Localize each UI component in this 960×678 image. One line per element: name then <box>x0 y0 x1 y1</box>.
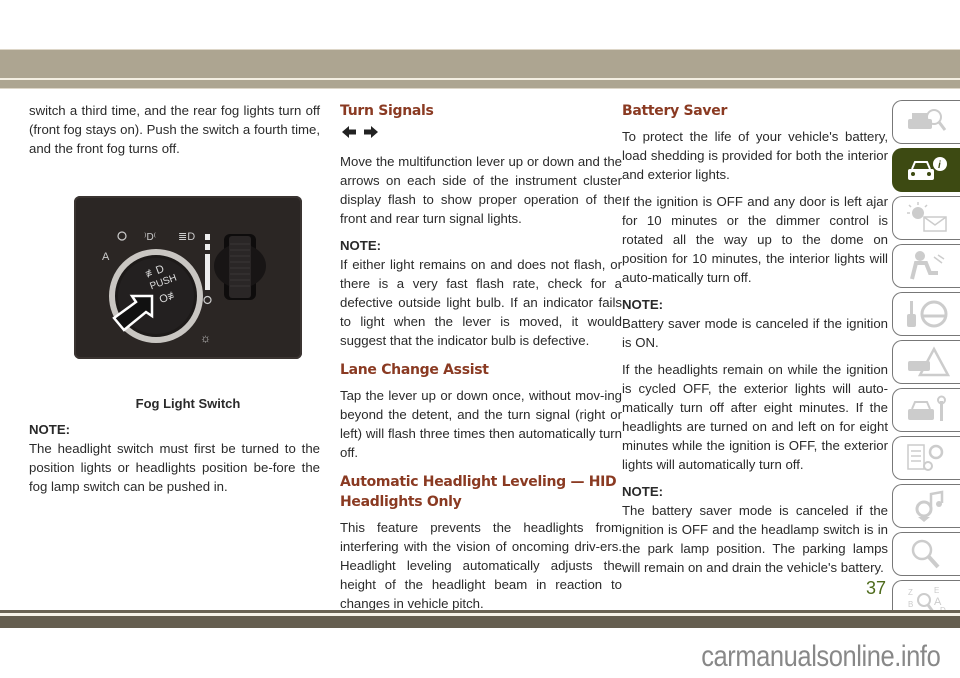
tab-warning-lights[interactable] <box>892 196 960 240</box>
chapter-tabs: i ZBICTEAD <box>892 100 960 628</box>
tab-car-search[interactable] <box>892 100 960 144</box>
tab-in-case-of-emergency[interactable] <box>892 340 960 384</box>
specs-gears-icon <box>906 444 943 471</box>
fog-light-switch-image: A ⁾D⁽ ≣D ☼ PUSH ≢D O≢ <box>74 196 302 359</box>
left-right-arrows-icon <box>340 125 622 144</box>
note-label: NOTE: <box>29 422 71 437</box>
header-band-lower <box>0 80 960 89</box>
battery-saver-p3: If the headlights remain on while the ig… <box>622 362 888 472</box>
turn-signals-note: If either light remains on and does not … <box>340 257 622 348</box>
svg-text:☼: ☼ <box>200 331 211 345</box>
svg-text:E: E <box>934 586 939 595</box>
tab-safety[interactable] <box>892 244 960 288</box>
battery-saver-note1: Battery saver mode is canceled if the ig… <box>622 316 888 350</box>
car-wrench-icon <box>907 395 946 421</box>
auto-label: A <box>102 251 110 263</box>
tab-technical-specifications[interactable] <box>892 436 960 480</box>
headlight-leveling-heading: Automatic Headlight Leveling — HID Headl… <box>340 474 617 510</box>
note-label: NOTE: <box>622 484 664 499</box>
note-label: NOTE: <box>340 238 382 253</box>
svg-text:Z: Z <box>908 588 913 597</box>
footer-band <box>0 616 960 628</box>
battery-saver-heading: Battery Saver <box>622 103 728 119</box>
page-number: 37 <box>866 578 887 598</box>
tab-customer-assistance[interactable] <box>892 532 960 576</box>
note-label: NOTE: <box>622 297 664 312</box>
svg-text:B: B <box>908 600 913 609</box>
headlight-leveling-body: This feature prevents the headlights fro… <box>340 520 622 611</box>
tab-starting-operating[interactable] <box>892 292 960 336</box>
airbag-seat-icon <box>909 251 944 280</box>
fog-light-switch-illustration: A ⁾D⁽ ≣D ☼ PUSH ≢D O≢ <box>102 231 266 345</box>
car-info-icon: i <box>907 157 947 180</box>
tab-car-info[interactable]: i <box>892 148 960 192</box>
tab-servicing-maintenance[interactable] <box>892 388 960 432</box>
note-text: The headlight switch must first be turne… <box>29 441 320 494</box>
battery-saver-note2: The battery saver mode is canceled if th… <box>622 503 888 575</box>
intro-paragraph: switch a third time, and the rear fog li… <box>29 103 320 156</box>
search-magnifier-icon <box>911 539 939 569</box>
column-3: Battery Saver To protect the life of you… <box>622 101 888 585</box>
turn-signals-body: Move the multifunction lever up or down … <box>340 154 622 226</box>
lane-change-heading: Lane Change Assist <box>340 362 489 378</box>
svg-text:⁾D⁽: ⁾D⁽ <box>144 232 156 243</box>
figure-caption: Fog Light Switch <box>135 396 241 411</box>
column-2: Turn Signals Move the multifunction leve… <box>340 101 622 621</box>
svg-text:≣D: ≣D <box>178 231 195 243</box>
battery-saver-p2: If the ignition is OFF and any door is l… <box>622 194 888 285</box>
header-band <box>0 49 960 78</box>
column-1-note: NOTE: The headlight switch must first be… <box>29 420 320 504</box>
turn-signals-heading: Turn Signals <box>340 103 434 119</box>
column-1: switch a third time, and the rear fog li… <box>29 101 320 166</box>
multimedia-music-icon <box>915 490 943 522</box>
battery-saver-p1: To protect the life of your vehicle's ba… <box>622 129 888 182</box>
lane-change-body: Tap the lever up or down once, without m… <box>340 388 622 460</box>
tab-multimedia[interactable] <box>892 484 960 528</box>
warning-light-message-icon <box>906 202 947 232</box>
watermark: carmanualsonline.info <box>700 640 941 673</box>
svg-text:i: i <box>938 160 941 171</box>
car-warning-triangle-icon <box>907 346 950 377</box>
car-search-icon <box>907 109 946 131</box>
key-steering-wheel-icon <box>906 300 947 328</box>
